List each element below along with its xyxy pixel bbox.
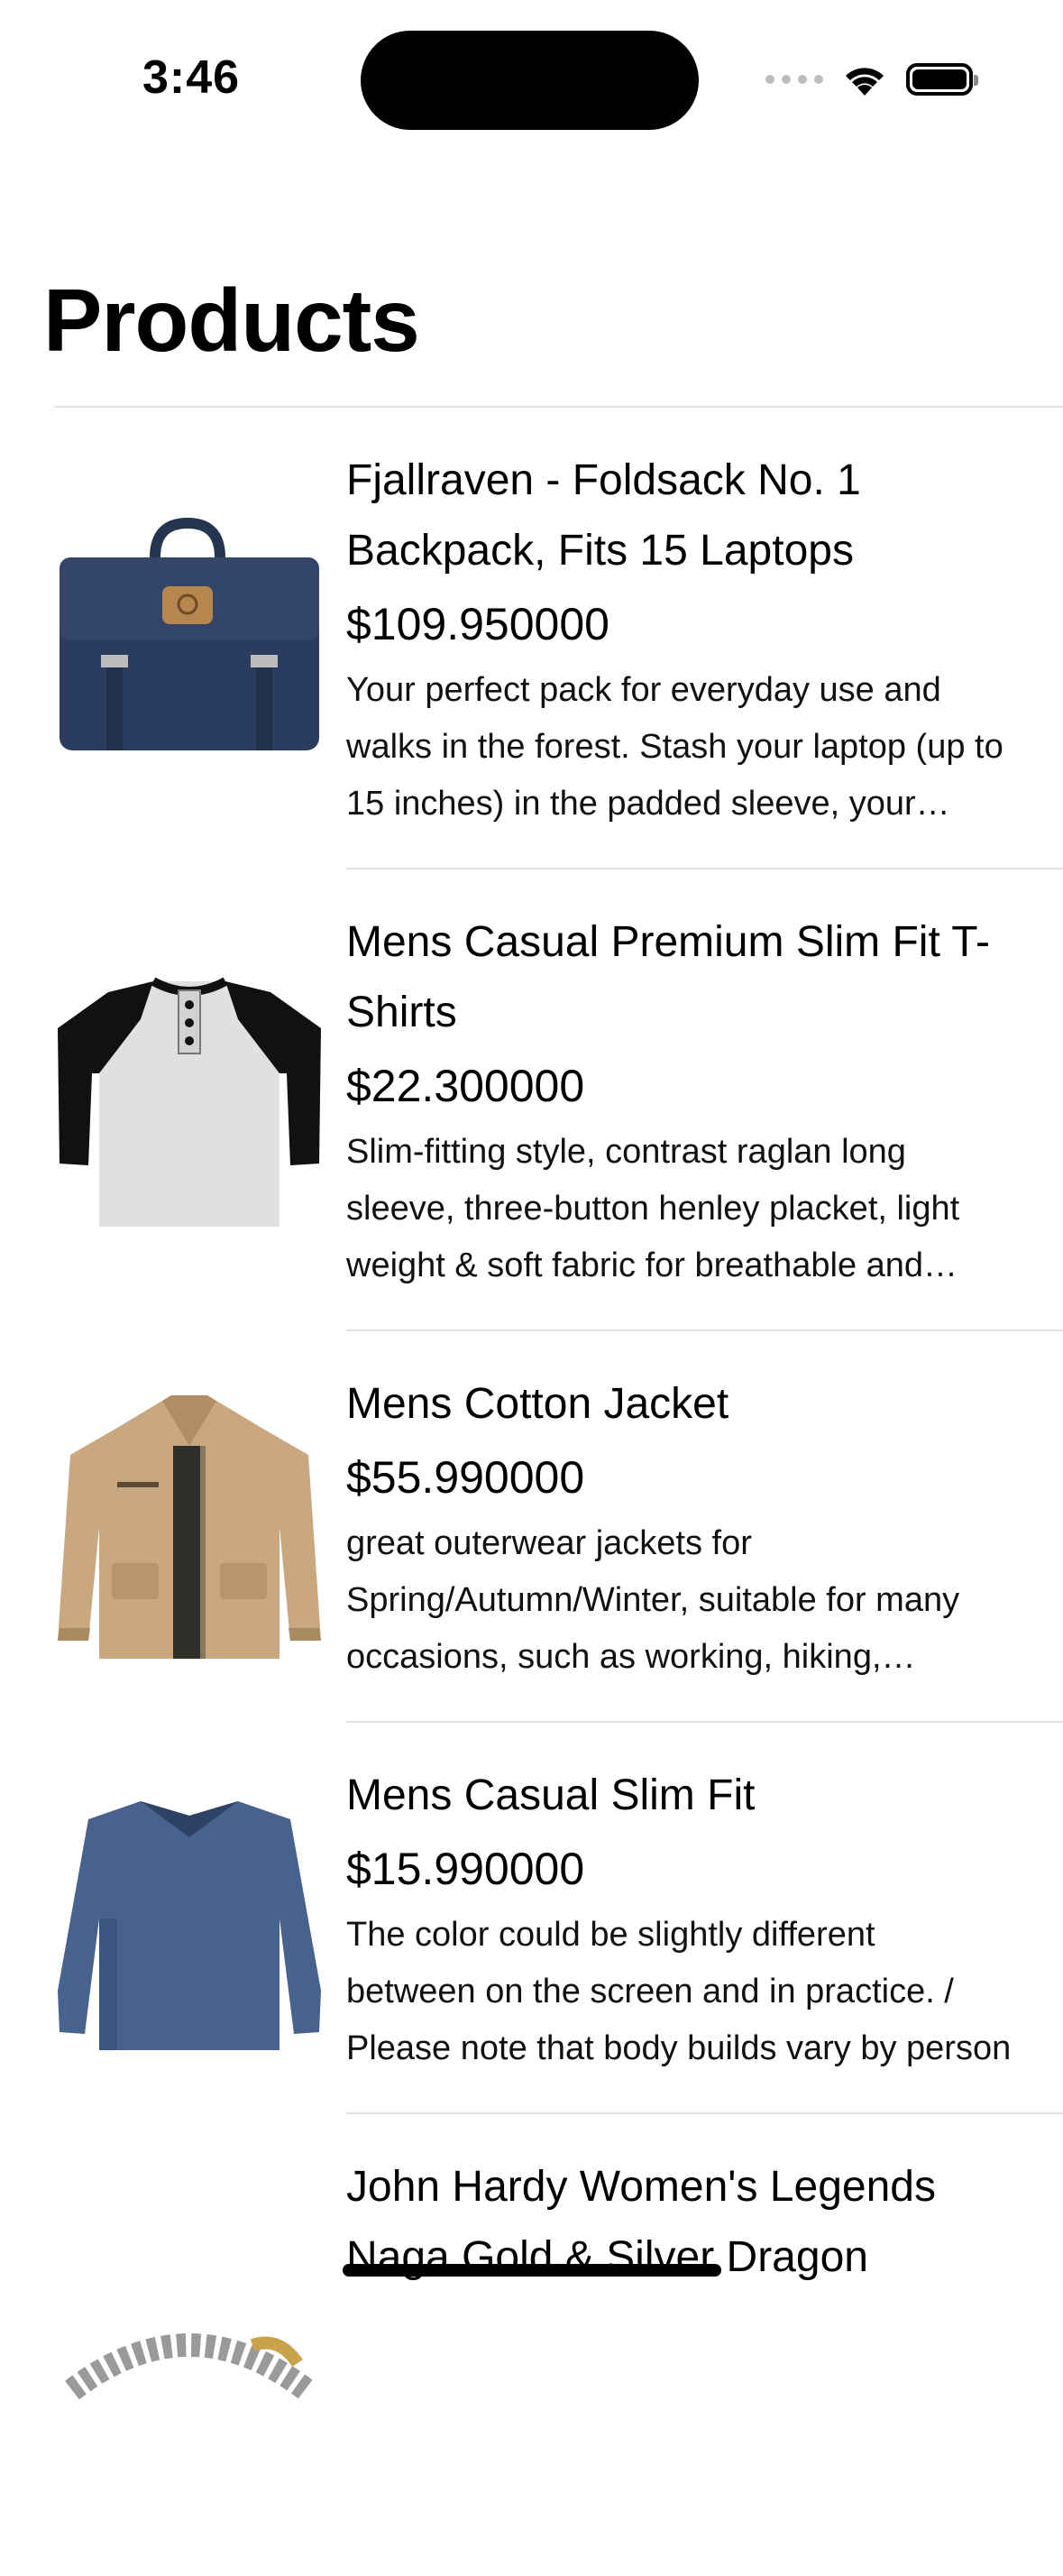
product-text: Mens Casual Premium Slim Fit T-Shirts $2… bbox=[346, 907, 1013, 1294]
bracelet-image bbox=[54, 2114, 325, 2576]
wifi-icon bbox=[846, 68, 884, 96]
product-title: Mens Casual Premium Slim Fit T-Shirts bbox=[346, 918, 990, 1036]
product-description: Your perfect pack for everyday use and w… bbox=[346, 671, 1003, 823]
product-text: Mens Casual Slim Fit $15.990000 The colo… bbox=[346, 1761, 1013, 2077]
product-price: $55.990000 bbox=[346, 1452, 585, 1503]
product-row[interactable]: Mens Casual Premium Slim Fit T-Shirts $2… bbox=[0, 869, 1063, 1331]
tshirt-image bbox=[54, 869, 325, 1331]
product-price: $22.300000 bbox=[346, 1061, 585, 1111]
product-row[interactable]: John Hardy Women's Legends Naga Gold & S… bbox=[0, 2114, 1063, 2576]
product-description: Slim-fitting style, contrast raglan long… bbox=[346, 1133, 960, 1284]
signal-dots-icon bbox=[765, 75, 823, 84]
product-title: Fjallraven - Foldsack No. 1 Backpack, Fi… bbox=[346, 456, 861, 575]
status-time: 3:46 bbox=[142, 51, 241, 104]
product-text: Mens Cotton Jacket $55.990000 great oute… bbox=[346, 1369, 1013, 1686]
product-price: $109.950000 bbox=[346, 599, 609, 649]
product-description: The color could be slightly different be… bbox=[346, 1916, 1012, 2067]
product-list[interactable]: Fjallraven - Foldsack No. 1 Backpack, Fi… bbox=[0, 408, 1063, 2576]
product-description: great outerwear jackets for Spring/Autum… bbox=[346, 1524, 960, 1676]
status-icons bbox=[765, 60, 978, 99]
product-title: Mens Cotton Jacket bbox=[346, 1380, 729, 1428]
page-title: Products bbox=[43, 271, 420, 370]
status-bar: 3:46 bbox=[0, 0, 1063, 135]
home-indicator[interactable] bbox=[343, 2264, 721, 2277]
battery-icon bbox=[906, 63, 978, 96]
longsleeve-image bbox=[54, 1723, 325, 2114]
dynamic-island bbox=[361, 31, 699, 130]
product-row[interactable]: Mens Casual Slim Fit $15.990000 The colo… bbox=[0, 1723, 1063, 2114]
backpack-image bbox=[54, 408, 325, 869]
product-row[interactable]: Mens Cotton Jacket $55.990000 great oute… bbox=[0, 1331, 1063, 1723]
product-row[interactable]: Fjallraven - Foldsack No. 1 Backpack, Fi… bbox=[0, 408, 1063, 869]
product-price: $15.990000 bbox=[346, 1844, 585, 1894]
product-text: Fjallraven - Foldsack No. 1 Backpack, Fi… bbox=[346, 446, 1013, 833]
product-title: Mens Casual Slim Fit bbox=[346, 1771, 756, 1819]
jacket-image bbox=[54, 1331, 325, 1723]
